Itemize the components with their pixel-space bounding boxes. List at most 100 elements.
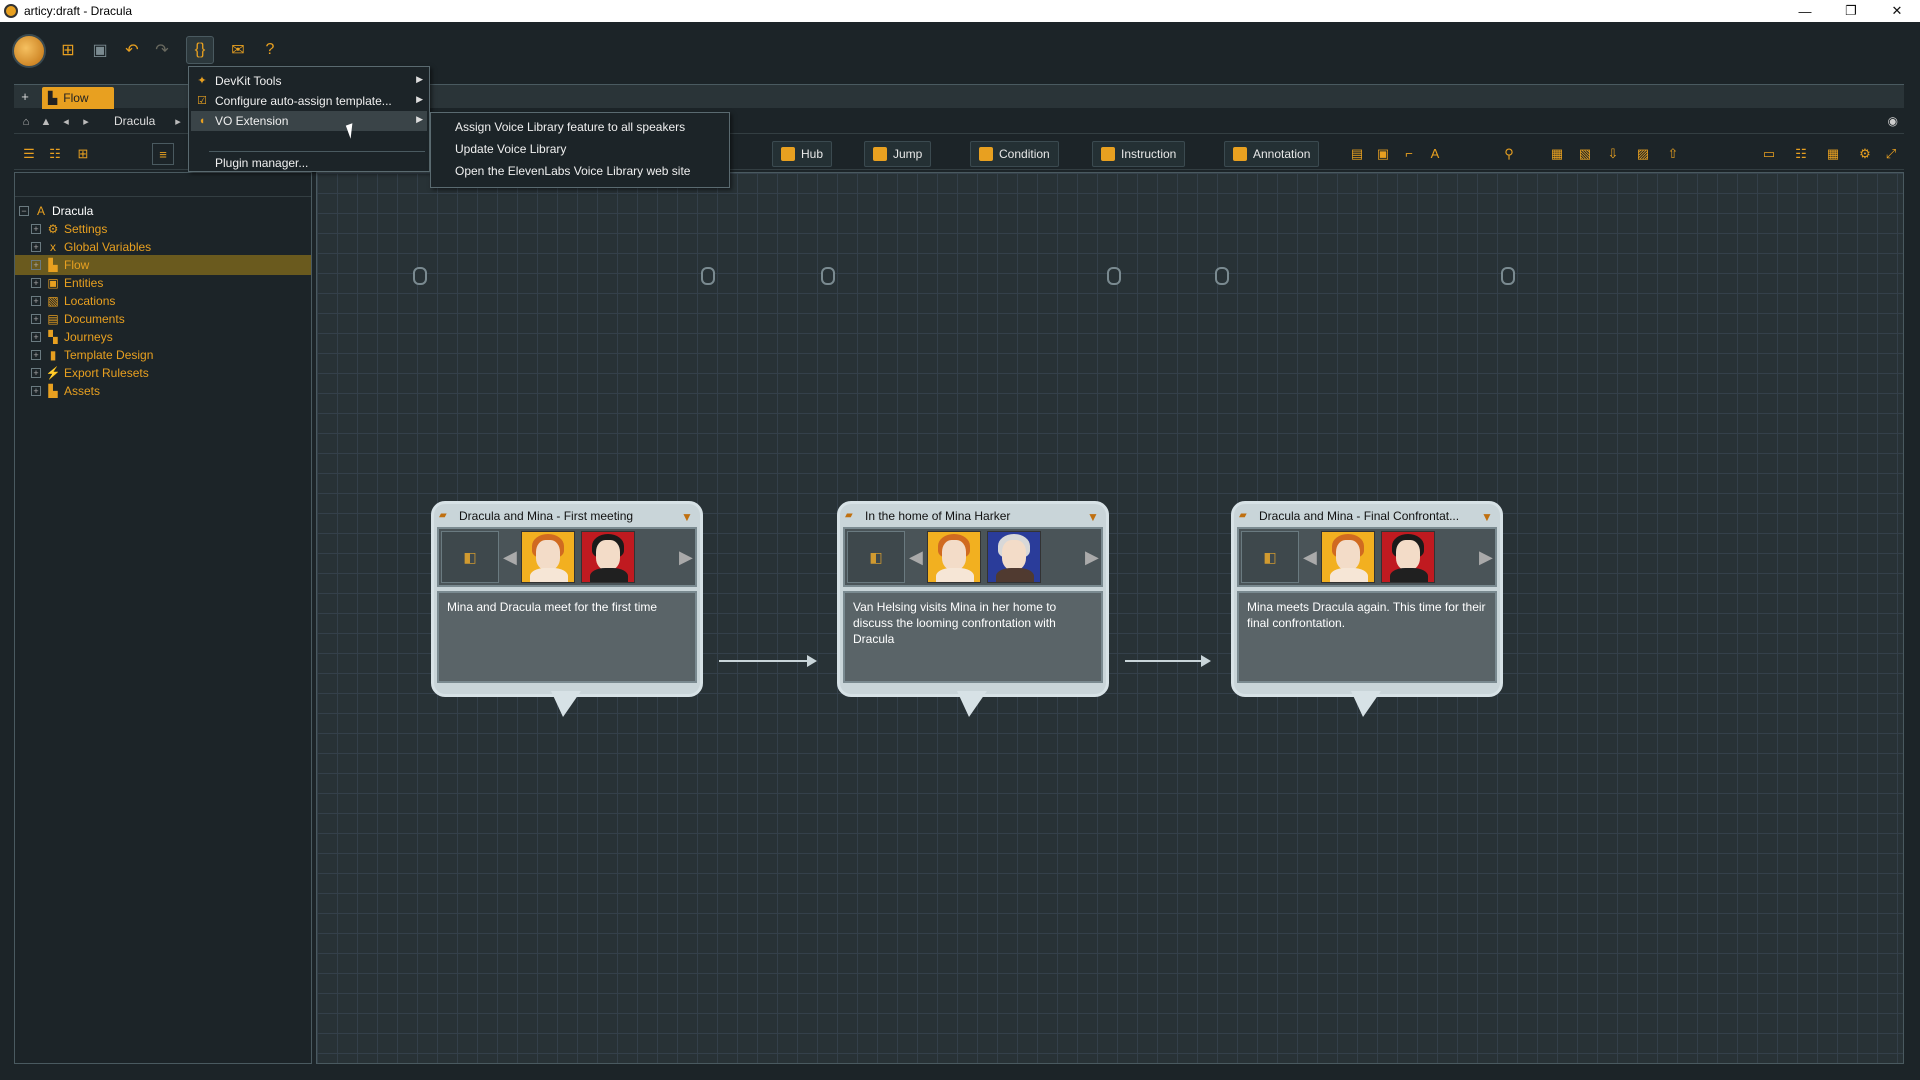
filter-icon[interactable]: ≡ [152, 143, 174, 165]
image-icon[interactable]: ▨ [1632, 143, 1654, 165]
minimize-button[interactable]: — [1782, 0, 1828, 22]
scroll-right-icon[interactable]: ▶ [679, 547, 693, 568]
tree-item-global-variables[interactable]: + x Global Variables [15, 237, 311, 257]
menu-item-update-voice-library[interactable]: Update Voice Library [433, 139, 729, 159]
scroll-right-icon[interactable]: ▶ [1085, 547, 1099, 568]
chevron-down-icon[interactable]: ▼ [1087, 510, 1101, 524]
help-icon[interactable]: ? [256, 36, 284, 64]
expand-icon[interactable]: + [31, 242, 41, 252]
tree-item-template-design[interactable]: + ▮ Template Design [15, 345, 311, 365]
van-helsing-portrait[interactable] [987, 531, 1041, 583]
condition-button[interactable]: Condition [970, 141, 1059, 167]
connection-icon[interactable]: ⌐ [1398, 143, 1420, 165]
dracula-portrait[interactable] [581, 531, 635, 583]
flow-canvas[interactable]: ▰ Dracula and Mina - First meeting ▼ ◧ ◀… [316, 172, 1904, 1064]
expand-icon[interactable]: + [31, 296, 41, 306]
tree-item-export-rulesets[interactable]: + ⚡ Export Rulesets [15, 363, 311, 383]
breadcrumb[interactable]: Dracula [114, 114, 155, 128]
import-icon[interactable]: ⇩ [1602, 143, 1624, 165]
expand-icon[interactable]: + [31, 260, 41, 270]
input-pin[interactable] [821, 267, 835, 285]
node-text[interactable]: Mina meets Dracula again. This time for … [1237, 591, 1497, 683]
output-pin[interactable] [1107, 267, 1121, 285]
redo-icon[interactable]: ↷ [148, 36, 176, 64]
up-icon[interactable]: ▲ [38, 113, 54, 131]
tree-root-dracula[interactable]: − A Dracula [15, 201, 311, 221]
dracula-portrait[interactable] [1381, 531, 1435, 583]
tree-item-journeys[interactable]: + ▚ Journeys [15, 327, 311, 347]
tile-view-icon[interactable]: ⊞ [72, 143, 94, 165]
tree-item-documents[interactable]: + ▤ Documents [15, 309, 311, 329]
expand-icon[interactable]: + [31, 314, 41, 324]
spellcheck-icon[interactable]: A [1424, 143, 1446, 165]
close-button[interactable]: ✕ [1874, 0, 1920, 22]
fullscreen-icon[interactable]: ⤢ [1880, 143, 1902, 165]
zoom-icon[interactable]: ⚲ [1498, 143, 1520, 165]
save-icon[interactable]: ▣ [86, 36, 114, 64]
grid-icon[interactable]: ▦ [1546, 143, 1568, 165]
menu-item-devkit-tools[interactable]: ✦ DevKit Tools ▶ [191, 71, 427, 91]
details-icon[interactable]: ☷ [1790, 143, 1812, 165]
list-view-icon[interactable]: ☷ [44, 143, 66, 165]
add-tab-button[interactable]: + [14, 87, 36, 107]
node-text[interactable]: Mina and Dracula meet for the first time [437, 591, 697, 683]
snap-icon[interactable]: ▧ [1574, 143, 1596, 165]
dialogue-node[interactable]: ▰ Dracula and Mina - Final Confrontat...… [1231, 501, 1503, 717]
tree-item-assets[interactable]: + ▙ Assets [15, 381, 311, 401]
audio-icon[interactable]: ◧ [847, 531, 905, 583]
dialogue-node[interactable]: ▰ In the home of Mina Harker ▼ ◧ ◀ ▶ Van… [837, 501, 1109, 717]
tree-view-icon[interactable]: ☰ [18, 143, 40, 165]
align-icon[interactable]: ▣ [1372, 143, 1394, 165]
overview-icon[interactable]: ▭ [1758, 143, 1780, 165]
mail-icon[interactable]: ✉ [224, 36, 252, 64]
scroll-right-icon[interactable]: ▶ [1479, 547, 1493, 568]
tree-item-flow[interactable]: + ▙ Flow [15, 255, 311, 275]
chevron-down-icon[interactable]: ▼ [1481, 510, 1495, 524]
node-title[interactable]: In the home of Mina Harker [865, 509, 1087, 523]
tree-item-locations[interactable]: + ▧ Locations [15, 291, 311, 311]
undo-icon[interactable]: ↶ [118, 36, 146, 64]
plugins-icon[interactable]: {} [186, 36, 214, 64]
input-pin[interactable] [413, 267, 427, 285]
hub-button[interactable]: Hub [772, 141, 833, 167]
input-pin[interactable] [1215, 267, 1229, 285]
scroll-left-icon[interactable]: ◀ [503, 547, 517, 568]
menu-item-open-elevenlabs[interactable]: Open the ElevenLabs Voice Library web si… [433, 161, 729, 181]
jump-button[interactable]: Jump [864, 141, 932, 167]
export-icon[interactable]: ⇧ [1662, 143, 1684, 165]
expand-icon[interactable]: + [31, 332, 41, 342]
tree-item-settings[interactable]: + ⚙ Settings [15, 219, 311, 239]
expand-icon[interactable]: + [31, 386, 41, 396]
chevron-down-icon[interactable]: ▼ [681, 510, 695, 524]
connection-arrow[interactable] [719, 655, 817, 667]
breadcrumb-chevron-icon[interactable]: ▸ [170, 113, 186, 131]
menu-item-plugin-manager[interactable]: Plugin manager... [191, 153, 427, 173]
output-pin[interactable] [1501, 267, 1515, 285]
articy-menu-button[interactable] [12, 34, 46, 68]
tab-flow[interactable]: ▙ Flow [42, 87, 114, 109]
menu-item-assign-voice-library[interactable]: Assign Voice Library feature to all spea… [433, 117, 729, 137]
menu-item-vo-extension[interactable]: ◖ VO Extension ▶ [191, 111, 427, 131]
scroll-left-icon[interactable]: ◀ [909, 547, 923, 568]
grid-view-icon[interactable]: ▦ [1822, 143, 1844, 165]
node-text[interactable]: Van Helsing visits Mina in her home to d… [843, 591, 1103, 683]
expand-icon[interactable]: + [31, 350, 41, 360]
collapse-icon[interactable]: − [19, 206, 29, 216]
dialogue-node[interactable]: ▰ Dracula and Mina - First meeting ▼ ◧ ◀… [431, 501, 703, 717]
restore-button[interactable]: ❐ [1828, 0, 1874, 22]
audio-icon[interactable]: ◧ [441, 531, 499, 583]
tree-item-entities[interactable]: + ▣ Entities [15, 273, 311, 293]
mina-portrait[interactable] [521, 531, 575, 583]
expand-icon[interactable]: + [31, 224, 41, 234]
expand-icon[interactable]: + [31, 278, 41, 288]
connection-arrow[interactable] [1125, 655, 1211, 667]
layout-icon[interactable]: ▤ [1346, 143, 1368, 165]
home-icon[interactable]: ⌂ [18, 113, 34, 131]
mina-portrait[interactable] [1321, 531, 1375, 583]
new-project-icon[interactable]: ⊞ [54, 36, 82, 64]
audio-icon[interactable]: ◧ [1241, 531, 1299, 583]
expand-icon[interactable]: + [31, 368, 41, 378]
menu-item-configure-auto-assign[interactable]: ☑ Configure auto-assign template... ▶ [191, 91, 427, 111]
instruction-button[interactable]: Instruction [1092, 141, 1186, 167]
node-title[interactable]: Dracula and Mina - Final Confrontat... [1259, 509, 1481, 523]
